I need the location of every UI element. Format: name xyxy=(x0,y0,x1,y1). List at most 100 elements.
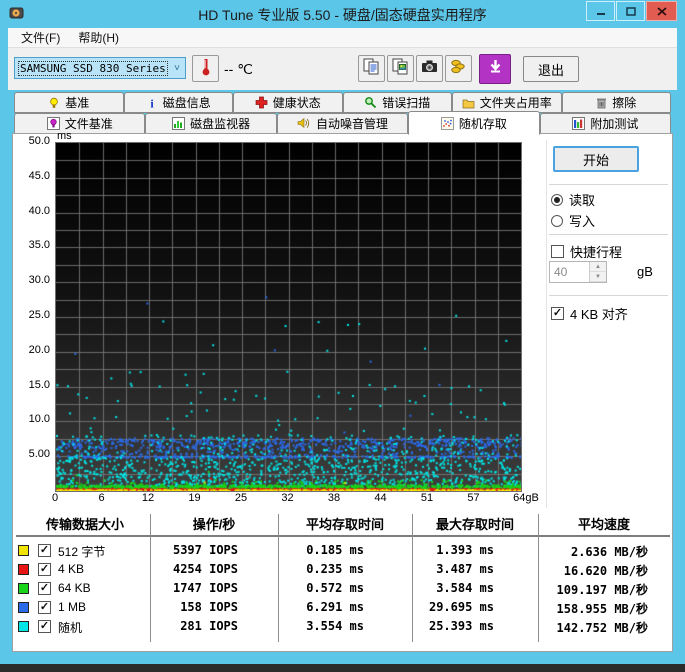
exit-button[interactable]: 退出 xyxy=(523,56,579,82)
y-tick-label: 15.0 xyxy=(10,379,50,391)
divider xyxy=(549,295,668,296)
series-visibility-checkbox[interactable]: ✓ xyxy=(38,601,51,614)
copy-text-button[interactable] xyxy=(358,55,385,82)
read-radio[interactable]: 读取 xyxy=(551,190,595,209)
cross-red-icon xyxy=(255,96,268,109)
maximize-button[interactable] xyxy=(616,1,645,21)
table-row: ✓4 KB4254 IOPS0.235 ms3.487 ms16.620 MB/… xyxy=(14,560,670,579)
radio-icon xyxy=(551,215,563,227)
avg-speed-value: 158.955 MB/秒 xyxy=(498,600,648,617)
series-visibility-checkbox[interactable]: ✓ xyxy=(38,563,51,576)
x-tick-label: 44 xyxy=(359,492,403,504)
temperature-button[interactable] xyxy=(192,55,219,82)
tab-extra-tests[interactable]: 附加测试 xyxy=(540,113,671,134)
table-header: 操作/秒 xyxy=(139,516,289,534)
download-update-icon xyxy=(487,58,504,80)
app-window: HD Tune 专业版 5.50 - 硬盘/固态硬盘实用程序 文件(F) 帮助(… xyxy=(0,0,685,672)
max-access-time-value: 3.487 ms xyxy=(344,562,494,576)
align-checkbox[interactable]: ✓ 4 KB 对齐 xyxy=(551,304,628,323)
tab-random-access[interactable]: 随机存取 xyxy=(408,111,539,135)
x-tick-label: 6 xyxy=(80,492,124,504)
avg-access-time-value: 6.291 ms xyxy=(214,600,364,614)
thermometer-icon xyxy=(201,56,211,82)
tab-label: 自动噪音管理 xyxy=(316,115,388,132)
x-tick-label: 64gB xyxy=(504,492,548,504)
tab-label: 擦除 xyxy=(612,94,636,111)
x-tick-label: 0 xyxy=(33,492,77,504)
tab-benchmark[interactable]: 基准 xyxy=(14,92,124,113)
y-axis-unit: ms xyxy=(57,130,72,142)
table-row: ✓随机281 IOPS3.554 ms25.393 ms142.752 MB/秒 xyxy=(14,617,670,636)
svg-text:i: i xyxy=(150,97,154,109)
tab-label: 磁盘信息 xyxy=(163,94,211,111)
tab-label: 随机存取 xyxy=(459,115,507,132)
close-button[interactable] xyxy=(646,1,677,21)
window-title: HD Tune 专业版 5.50 - 硬盘/固态硬盘实用程序 xyxy=(0,5,685,25)
stepper-down-icon[interactable]: ▼ xyxy=(590,272,606,282)
max-access-time-value: 29.695 ms xyxy=(344,600,494,614)
stepper-up-icon[interactable]: ▲ xyxy=(590,262,606,272)
series-color-swatch xyxy=(18,621,29,632)
checkbox-icon xyxy=(551,245,564,258)
menu-help[interactable]: 帮助(H) xyxy=(71,27,126,48)
tab-label: 错误扫描 xyxy=(382,94,430,111)
series-visibility-checkbox[interactable]: ✓ xyxy=(38,582,51,595)
x-tick-label: 38 xyxy=(312,492,356,504)
capacity-input[interactable] xyxy=(550,262,589,282)
menu-file[interactable]: 文件(F) xyxy=(14,27,67,48)
folder-yellow-icon xyxy=(462,97,475,109)
avg-access-time-value: 0.235 ms xyxy=(214,562,364,576)
capacity-stepper: ▲ ▼ xyxy=(549,261,607,283)
start-button[interactable]: 开始 xyxy=(553,146,639,172)
tab-erase[interactable]: 擦除 xyxy=(562,92,672,113)
tab-disk-info[interactable]: i 磁盘信息 xyxy=(124,92,234,113)
bulb-magenta-icon xyxy=(47,117,60,130)
screenshot-camera-button[interactable] xyxy=(416,55,443,82)
temperature-value: -- ℃ xyxy=(224,61,253,78)
copy-text-icon xyxy=(362,57,381,81)
table-header: 最大存取时间 xyxy=(400,516,550,534)
x-tick-label: 19 xyxy=(173,492,217,504)
tab-file-benchmark[interactable]: 文件基准 xyxy=(14,113,145,134)
table-row: ✓512 字节5397 IOPS0.185 ms1.393 ms2.636 MB… xyxy=(14,541,670,560)
short-stroke-checkbox[interactable]: 快捷行程 xyxy=(551,242,622,261)
avg-speed-value: 2.636 MB/秒 xyxy=(498,543,648,560)
tab-error-scan[interactable]: 错误扫描 xyxy=(343,92,453,113)
header-divider xyxy=(16,535,670,537)
tab-label: 附加测试 xyxy=(590,115,638,132)
scatter-dots-icon xyxy=(441,117,454,130)
minimize-button[interactable] xyxy=(586,1,615,21)
tab-health[interactable]: 健康状态 xyxy=(233,92,343,113)
info-blue-icon: i xyxy=(146,97,158,109)
copy-image-button[interactable] xyxy=(387,55,414,82)
avg-speed-value: 142.752 MB/秒 xyxy=(498,619,648,636)
series-label: 4 KB xyxy=(58,562,84,576)
series-color-swatch xyxy=(18,545,29,556)
drive-select[interactable]: SAMSUNG SSD 830 Series (64 gB) ˅ xyxy=(14,57,186,79)
coins-button[interactable] xyxy=(445,55,472,82)
tab-aam[interactable]: 自动噪音管理 xyxy=(277,113,408,134)
max-access-time-value: 25.393 ms xyxy=(344,619,494,633)
y-tick-label: 45.0 xyxy=(10,170,50,182)
avg-speed-value: 109.197 MB/秒 xyxy=(498,581,648,598)
bulb-yellow-icon xyxy=(48,97,60,109)
series-visibility-checkbox[interactable]: ✓ xyxy=(38,620,51,633)
avg-speed-value: 16.620 MB/秒 xyxy=(498,562,648,579)
speaker-yellow-icon xyxy=(297,117,311,130)
download-update-button[interactable] xyxy=(479,54,511,84)
tab-label: 磁盘监视器 xyxy=(190,115,250,132)
series-visibility-checkbox[interactable]: ✓ xyxy=(38,544,51,557)
scatter-canvas xyxy=(56,143,521,491)
write-radio[interactable]: 写入 xyxy=(551,211,595,230)
table-header: 平均存取时间 xyxy=(270,516,420,534)
title-bar: HD Tune 专业版 5.50 - 硬盘/固态硬盘实用程序 xyxy=(0,0,685,28)
tab-folder-usage[interactable]: 文件夹占用率 xyxy=(452,92,562,113)
random-access-chart xyxy=(55,142,522,492)
magnifier-green-icon xyxy=(364,96,377,109)
max-access-time-value: 1.393 ms xyxy=(344,543,494,557)
x-tick-label: 32 xyxy=(266,492,310,504)
series-color-swatch xyxy=(18,602,29,613)
x-tick-label: 51 xyxy=(405,492,449,504)
trash-gray-icon xyxy=(596,97,607,109)
tab-disk-monitor[interactable]: 磁盘监视器 xyxy=(145,113,276,134)
